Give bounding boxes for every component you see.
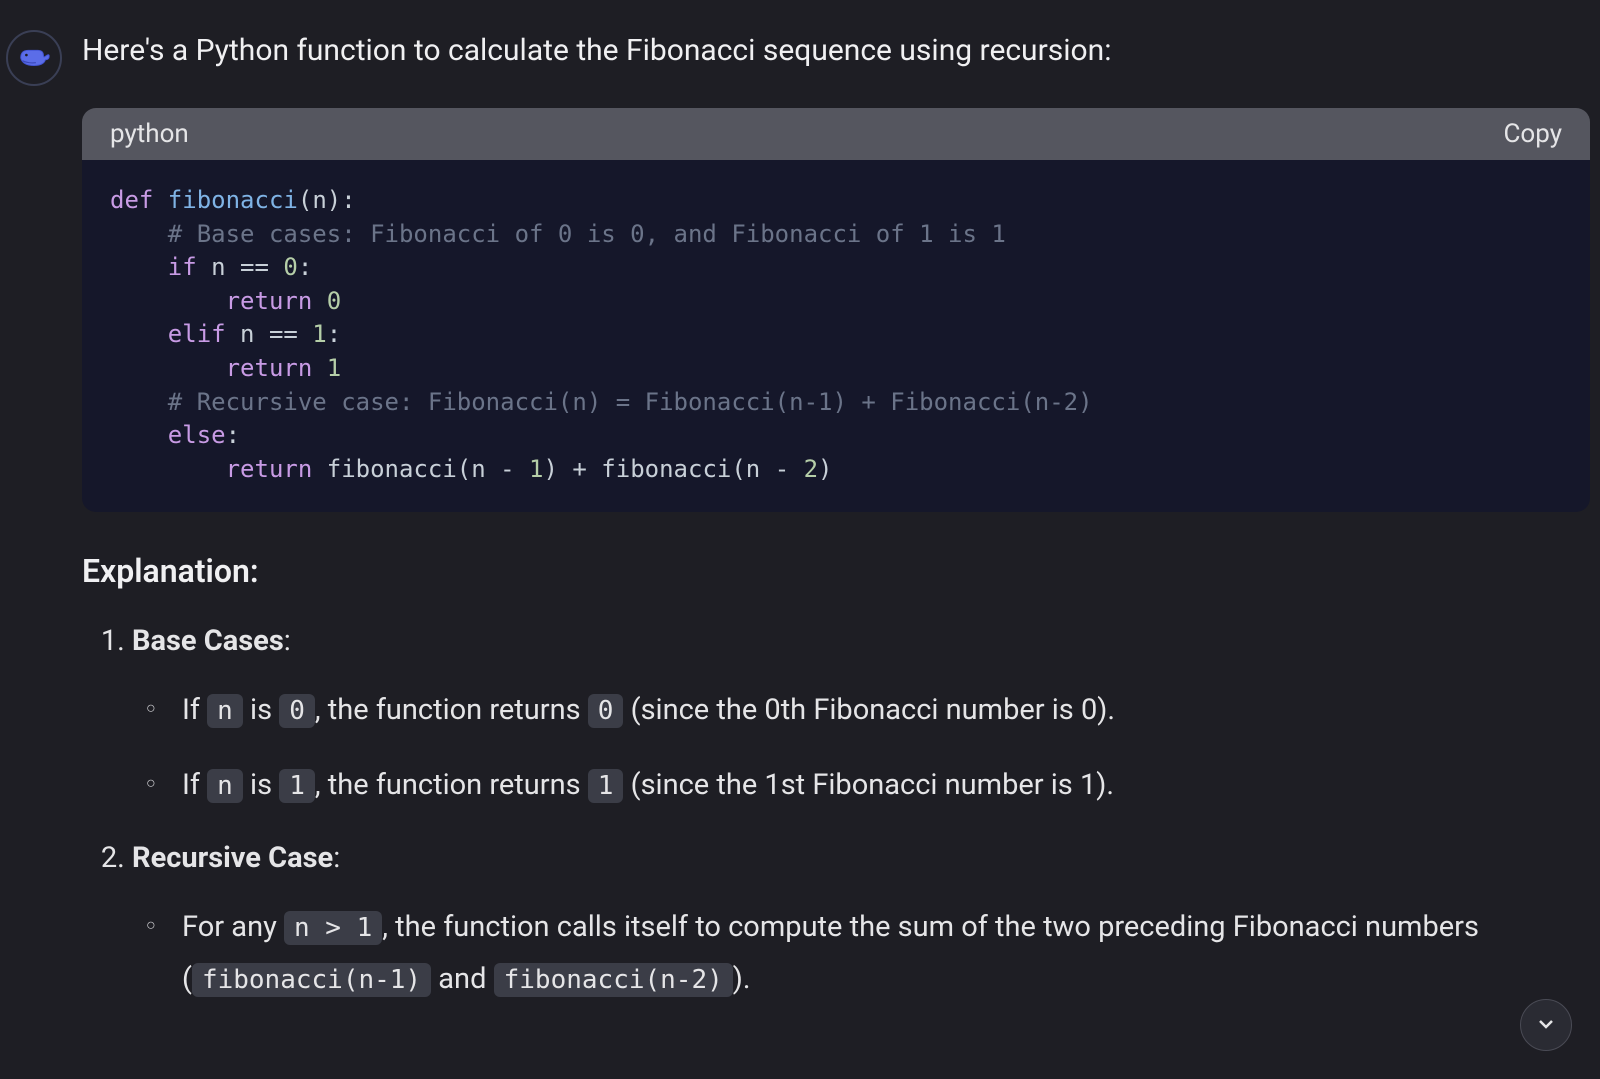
- number-one: 1: [327, 354, 341, 382]
- list-item-title: Recursive Case: [132, 841, 333, 875]
- keyword-return: return: [226, 354, 313, 382]
- scroll-down-button[interactable]: [1520, 999, 1572, 1051]
- sub-list-item: If n is 1, the function returns 1 (since…: [182, 759, 1590, 811]
- comment-line: # Base cases: Fibonacci of 0 is 0, and F…: [168, 220, 1006, 248]
- list-item: Recursive Case: For any n > 1, the funct…: [132, 841, 1590, 1005]
- whale-icon: [15, 37, 53, 79]
- code-body[interactable]: def fibonacci(n): # Base cases: Fibonacc…: [82, 160, 1590, 512]
- code-block: python Copy def fibonacci(n): # Base cas…: [82, 108, 1590, 512]
- keyword-elif: elif: [168, 320, 226, 348]
- explanation-list: Base Cases: If n is 0, the function retu…: [82, 624, 1590, 1005]
- number-two: 2: [804, 455, 818, 483]
- sub-list: If n is 0, the function returns 0 (since…: [132, 684, 1590, 810]
- keyword-def: def: [110, 186, 153, 214]
- inline-code: 1: [279, 769, 315, 803]
- list-item: Base Cases: If n is 0, the function retu…: [132, 624, 1590, 810]
- assistant-avatar: [6, 30, 62, 86]
- keyword-return: return: [226, 455, 313, 483]
- inline-code: n: [207, 769, 243, 803]
- avatar-column: [0, 30, 82, 1035]
- inline-code: 1: [588, 769, 624, 803]
- paren-close-colon: ):: [327, 186, 356, 214]
- inline-code: fibonacci(n-2): [494, 963, 733, 997]
- number-zero: 0: [327, 287, 341, 315]
- chevron-down-icon: [1534, 1012, 1558, 1039]
- inline-code: n: [207, 694, 243, 728]
- explanation-heading: Explanation:: [82, 552, 1590, 590]
- inline-code: n > 1: [284, 911, 382, 945]
- list-item-title: Base Cases: [132, 624, 284, 658]
- number-one: 1: [529, 455, 543, 483]
- sub-list: For any n > 1, the function calls itself…: [132, 901, 1590, 1005]
- number-zero: 0: [283, 253, 297, 281]
- message-content: Here's a Python function to calculate th…: [82, 30, 1600, 1035]
- param-n: n: [312, 186, 326, 214]
- code-language-label: python: [110, 119, 189, 149]
- keyword-return: return: [226, 287, 313, 315]
- comment-line: # Recursive case: Fibonacci(n) = Fibonac…: [168, 388, 1093, 416]
- keyword-else: else: [168, 421, 226, 449]
- chat-message: Here's a Python function to calculate th…: [0, 0, 1600, 1035]
- code-header: python Copy: [82, 108, 1590, 160]
- inline-code: 0: [588, 694, 624, 728]
- inline-code: fibonacci(n-1): [192, 963, 431, 997]
- intro-paragraph: Here's a Python function to calculate th…: [82, 30, 1590, 72]
- function-name: fibonacci: [153, 186, 298, 214]
- copy-button[interactable]: Copy: [1503, 119, 1562, 149]
- keyword-if: if: [168, 253, 197, 281]
- number-one: 1: [312, 320, 326, 348]
- sub-list-item: If n is 0, the function returns 0 (since…: [182, 684, 1590, 736]
- inline-code: 0: [279, 694, 315, 728]
- sub-list-item: For any n > 1, the function calls itself…: [182, 901, 1590, 1005]
- paren-open: (: [298, 186, 312, 214]
